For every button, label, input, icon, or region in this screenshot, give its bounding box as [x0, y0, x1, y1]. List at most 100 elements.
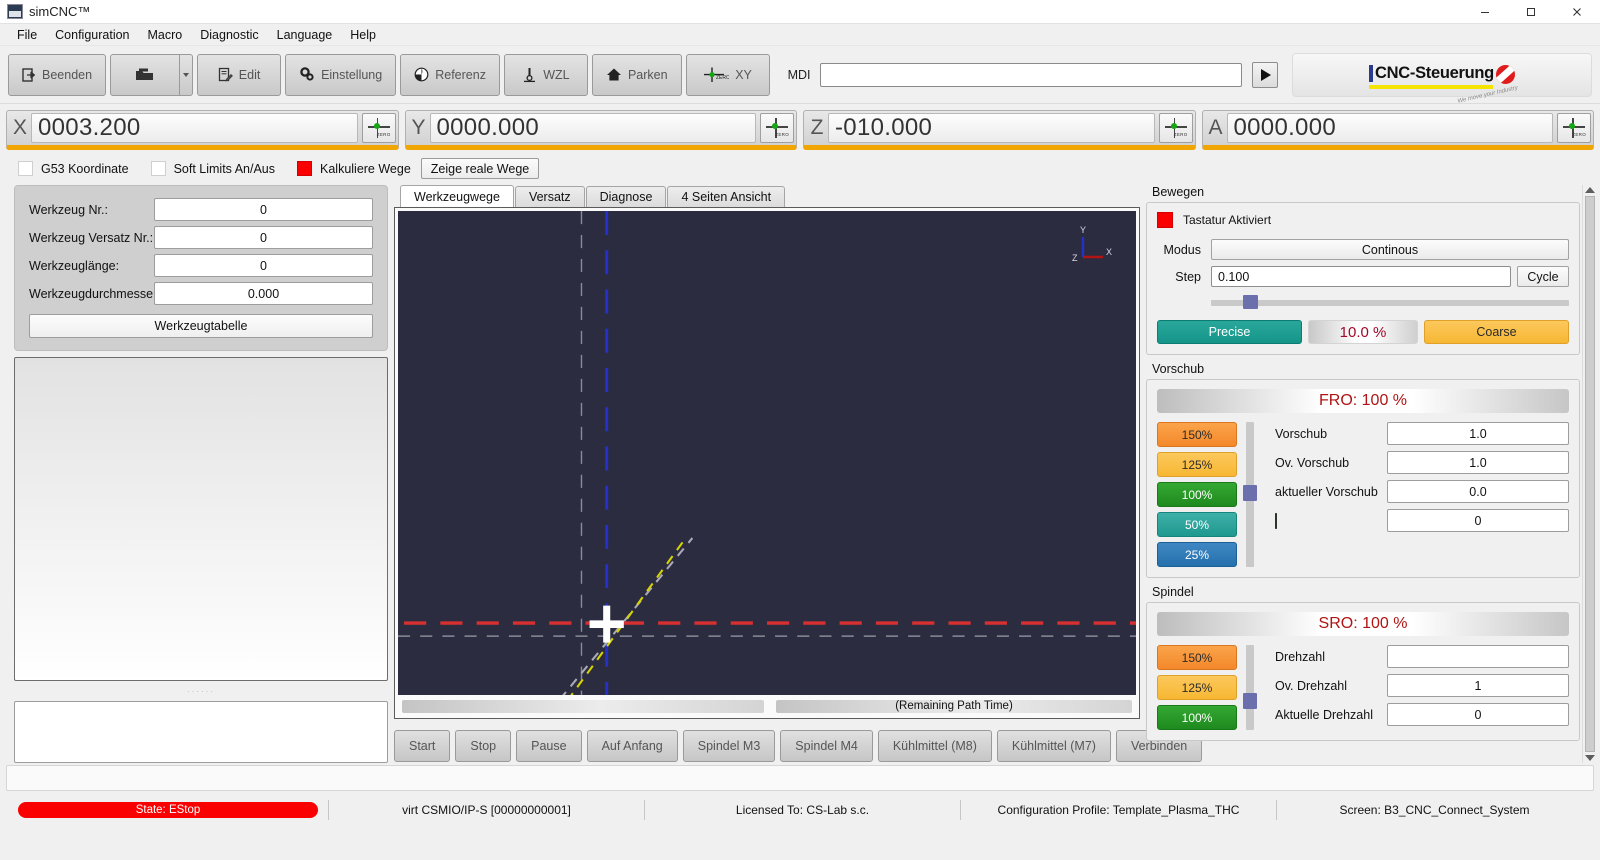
menu-item-diagnostic[interactable]: Diagnostic: [191, 26, 267, 44]
exit-button[interactable]: Beenden: [8, 53, 107, 96]
dro-axis-a-value[interactable]: 0000.000: [1226, 113, 1553, 143]
jog-mode-button[interactable]: Continous: [1211, 239, 1569, 260]
maximize-icon[interactable]: [1508, 0, 1554, 23]
calc-paths-label: Kalkuliere Wege: [320, 161, 411, 176]
spindle-override-125-button[interactable]: 125%: [1157, 675, 1237, 700]
tab-versatz[interactable]: Versatz: [514, 186, 585, 207]
feed-override-field[interactable]: 1.0: [1387, 451, 1569, 474]
jog-rate-slider[interactable]: [1211, 295, 1569, 309]
remaining-time-bar: (Remaining Path Time): [776, 699, 1132, 713]
soft-limits-checkbox[interactable]: [150, 161, 166, 176]
calc-paths-checkbox[interactable]: [297, 161, 312, 176]
tool-length-button[interactable]: WZL: [503, 53, 588, 96]
feed-override-slider-thumb[interactable]: [1243, 485, 1257, 501]
feed-actual-field[interactable]: 0.0: [1387, 480, 1569, 503]
open-file-button[interactable]: [110, 53, 181, 96]
jog-step-input[interactable]: 0.100: [1211, 266, 1511, 287]
tab-werkzeugwege[interactable]: Werkzeugwege: [400, 185, 514, 207]
edit-button[interactable]: Edit: [197, 53, 282, 96]
menu-item-language[interactable]: Language: [268, 26, 342, 44]
zero-a-button[interactable]: ZERO: [1557, 113, 1591, 143]
spindle-override-150-button[interactable]: 150%: [1157, 645, 1237, 670]
reference-button[interactable]: Referenz: [400, 53, 500, 96]
feed-extra-field[interactable]: 0: [1387, 509, 1569, 532]
settings-button[interactable]: Einstellung: [285, 53, 397, 96]
tool-number-field[interactable]: 0: [154, 198, 373, 221]
feed-override-50-button[interactable]: 50%: [1157, 512, 1237, 537]
tool-offset-field[interactable]: 0: [154, 226, 373, 249]
spindle-override-slider[interactable]: [1237, 645, 1263, 730]
pause-button[interactable]: Pause: [516, 729, 582, 762]
zero-x-button[interactable]: ZERO: [361, 113, 396, 143]
tool-length-field[interactable]: 0: [154, 254, 373, 277]
menu-item-configuration[interactable]: Configuration: [46, 26, 138, 44]
panel-resize-handle[interactable]: ······: [14, 687, 388, 696]
feed-rate-field[interactable]: 1.0: [1387, 422, 1569, 445]
spindle-group-title: Spindel: [1152, 585, 1194, 599]
scrollbar-thumb[interactable]: [1584, 196, 1595, 752]
mdi-input[interactable]: [820, 62, 1242, 87]
zero-axis-icon: ZERO: [766, 118, 789, 138]
g53-label: G53 Koordinate: [41, 161, 129, 176]
feed-override-125-button[interactable]: 125%: [1157, 452, 1237, 477]
feed-override-slider[interactable]: [1237, 422, 1263, 567]
tab-diagnose[interactable]: Diagnose: [585, 186, 667, 207]
spindle-speed-field[interactable]: [1387, 645, 1569, 668]
tool-diameter-label: Werkzeugdurchmesser:: [29, 286, 161, 301]
scroll-down-icon[interactable]: [1584, 755, 1595, 761]
status-bar: State: EStop virt CSMIO/IP-S [0000000000…: [0, 793, 1600, 827]
rewind-button[interactable]: Auf Anfang: [586, 729, 678, 762]
feed-rate-row: Vorschub 1.0: [1275, 422, 1569, 445]
spindle-actual-label: Aktuelle Drehzahl: [1275, 707, 1373, 722]
coolant-m7-button[interactable]: Kühlmittel (M7): [996, 729, 1111, 762]
close-icon[interactable]: [1554, 0, 1600, 23]
mdi-label: MDI: [787, 67, 811, 82]
jog-precise-button[interactable]: Precise: [1157, 320, 1302, 344]
spindle-override-slider-thumb[interactable]: [1243, 693, 1257, 709]
right-panel-scrollbar[interactable]: [1582, 185, 1596, 763]
menu-item-file[interactable]: File: [8, 26, 46, 44]
tool-diameter-field[interactable]: 0.000: [154, 282, 373, 305]
dro-axis-z-value[interactable]: -010.000: [828, 113, 1155, 143]
jog-coarse-button[interactable]: Coarse: [1424, 320, 1569, 344]
dro-axis-y-value[interactable]: 0000.000: [429, 113, 756, 143]
feed-override-25-button[interactable]: 25%: [1157, 542, 1237, 567]
zero-xy-button[interactable]: ZERO XY: [685, 53, 770, 96]
feed-override-100-button[interactable]: 100%: [1157, 482, 1237, 507]
park-button[interactable]: Parken: [591, 53, 682, 96]
spindle-override-field[interactable]: 1: [1387, 674, 1569, 697]
start-button[interactable]: Start: [394, 729, 451, 762]
spindle-m3-button[interactable]: Spindel M3: [682, 729, 776, 762]
spindle-actual-field[interactable]: 0: [1387, 703, 1569, 726]
zero-z-button[interactable]: ZERO: [1158, 113, 1193, 143]
edit-button-label: Edit: [238, 67, 261, 82]
window-title: simCNC™: [29, 4, 91, 19]
spindle-m4-button[interactable]: Spindel M4: [780, 729, 873, 762]
gcode-list-panel[interactable]: [14, 357, 388, 681]
message-panel[interactable]: [14, 701, 388, 763]
jog-cycle-button[interactable]: Cycle: [1517, 266, 1569, 287]
g53-checkbox[interactable]: [18, 161, 33, 176]
jog-rate-slider-thumb[interactable]: [1243, 295, 1258, 309]
menu-item-macro[interactable]: Macro: [139, 26, 192, 44]
options-row: G53 Koordinate Soft Limits An/Aus Kalkul…: [0, 150, 1600, 185]
mdi-run-button[interactable]: [1252, 61, 1278, 88]
keyboard-enabled-indicator[interactable]: [1157, 212, 1173, 228]
open-file-dropdown-button[interactable]: [180, 53, 194, 96]
toolpath-viewport[interactable]: Y X Z: [398, 211, 1136, 695]
zero-axis-icon: ZERO: [1563, 118, 1586, 138]
spindle-override-100-button[interactable]: 100%: [1157, 705, 1237, 730]
show-real-paths-button[interactable]: Zeige reale Wege: [420, 158, 540, 179]
menu-item-help[interactable]: Help: [341, 26, 385, 44]
feed-override-150-button[interactable]: 150%: [1157, 422, 1237, 447]
scroll-up-icon[interactable]: [1584, 187, 1595, 193]
jog-precision-row: Precise 10.0 % Coarse: [1157, 320, 1569, 344]
tool-table-button[interactable]: Werkzeugtabelle: [29, 314, 373, 338]
dro-axis-x-value[interactable]: 0003.200: [31, 113, 358, 143]
coolant-m8-button[interactable]: Kühlmittel (M8): [877, 729, 992, 762]
soft-limits-label: Soft Limits An/Aus: [173, 161, 275, 176]
stop-button[interactable]: Stop: [455, 729, 512, 762]
zero-y-button[interactable]: ZERO: [760, 113, 794, 143]
tab-vier-seiten-ansicht[interactable]: 4 Seiten Ansicht: [667, 186, 786, 207]
minimize-icon[interactable]: [1462, 0, 1508, 23]
